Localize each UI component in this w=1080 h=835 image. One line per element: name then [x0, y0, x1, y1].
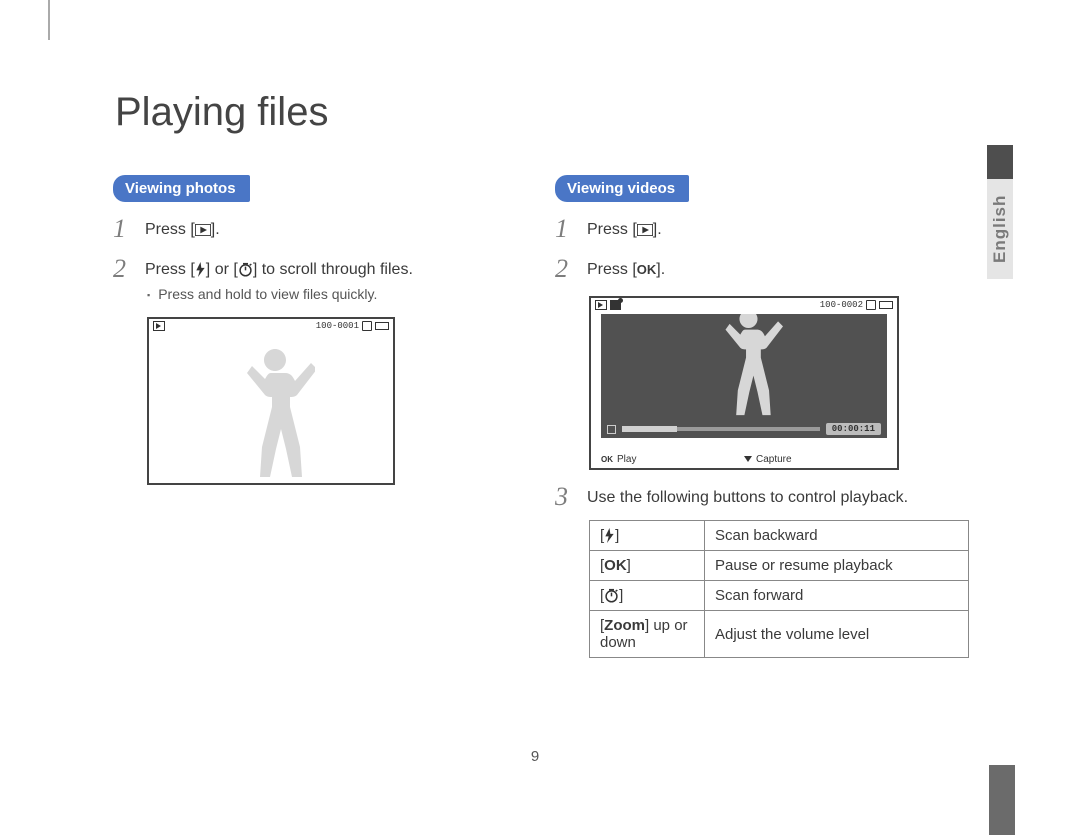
text: ] to scroll through files. [253, 261, 413, 278]
ok-icon: OK [604, 557, 627, 574]
step-number: 3 [555, 484, 573, 510]
playback-icon [637, 224, 653, 236]
language-tab: English [987, 179, 1013, 279]
video-icon [610, 300, 621, 310]
heading-viewing-photos: Viewing photos [113, 175, 250, 202]
text: Press [ [587, 221, 637, 238]
text: ]. [656, 261, 665, 278]
desc-cell: Pause or resume playback [705, 551, 969, 581]
card-icon [362, 321, 372, 331]
text: ]. [653, 221, 662, 238]
videos-step-3: 3 Use the following buttons to control p… [555, 484, 975, 510]
video-preview-frame: 100-0002 00:00:11 OK Play Capture [589, 296, 899, 470]
table-row: [] Scan backward [590, 521, 969, 551]
controls-table: [] Scan backward [OK] Pause or resume pl… [589, 520, 969, 658]
text: Press [ [145, 221, 195, 238]
videos-step-1: 1 Press []. [555, 216, 975, 242]
timer-icon [604, 588, 619, 603]
side-tab-marker [987, 145, 1013, 179]
key-cell: [OK] [590, 551, 705, 581]
page-title: Playing files [115, 90, 328, 135]
desc-cell: Scan forward [705, 581, 969, 611]
person-silhouette [704, 314, 794, 420]
desc-cell: Adjust the volume level [705, 611, 969, 658]
text: Use the following buttons to control pla… [587, 484, 908, 509]
hint-play: Play [617, 454, 636, 465]
step-number: 2 [113, 256, 131, 282]
photos-step-2: 2 Press [ ] or [ ] to scroll through files… [113, 256, 533, 303]
table-row: [OK] Pause or resume playback [590, 551, 969, 581]
text: Press [ [145, 261, 195, 278]
person-silhouette [235, 343, 315, 483]
heading-viewing-videos: Viewing videos [555, 175, 689, 202]
hint-capture: Capture [756, 454, 792, 465]
substep: Press and hold to view files quickly. [145, 285, 413, 304]
seek-bar [622, 427, 820, 431]
text: Press [ [587, 261, 637, 278]
hint-bar: OK Play Capture [601, 452, 887, 466]
battery-icon [879, 301, 893, 309]
progress-bar: 00:00:11 [601, 420, 887, 438]
ok-icon: OK [637, 262, 657, 277]
playback-icon [595, 300, 607, 310]
page-number: 9 [531, 748, 539, 765]
flash-icon [604, 528, 615, 543]
col-photos: Viewing photos 1 Press []. 2 Press [ ] or… [113, 175, 533, 485]
videos-step-2: 2 Press [OK]. [555, 256, 975, 282]
text: Press and hold to view files quickly. [158, 285, 377, 304]
key-cell: [] [590, 521, 705, 551]
photo-preview-frame: 100-0001 [147, 317, 395, 485]
flash-icon [195, 262, 206, 277]
gutter-rule [48, 0, 50, 40]
card-icon [866, 300, 876, 310]
text: ] or [ [206, 261, 238, 278]
step-number: 1 [113, 216, 131, 242]
timer-icon [238, 262, 253, 277]
key-cell: [Zoom] up or down [590, 611, 705, 658]
desc-cell: Scan backward [705, 521, 969, 551]
key-cell: [] [590, 581, 705, 611]
file-id: 100-0001 [316, 321, 359, 331]
stop-icon [607, 425, 616, 434]
text: ]. [211, 221, 220, 238]
step-number: 1 [555, 216, 573, 242]
table-row: [] Scan forward [590, 581, 969, 611]
step-number: 2 [555, 256, 573, 282]
col-videos: Viewing videos 1 Press []. 2 Press [OK].… [555, 175, 975, 658]
page: Playing files English Viewing photos 1 P… [55, 0, 1015, 835]
video-body: 00:00:11 [601, 314, 887, 438]
battery-icon [375, 322, 389, 330]
playback-icon [195, 224, 211, 236]
photos-step-1: 1 Press []. [113, 216, 533, 242]
side-tabs: English [985, 145, 1015, 279]
down-icon [744, 456, 752, 462]
table-row: [Zoom] up or down Adjust the volume leve… [590, 611, 969, 658]
playback-icon [153, 321, 165, 331]
elapsed-time: 00:00:11 [826, 423, 881, 435]
text: Zoom [604, 617, 645, 634]
ok-icon: OK [601, 455, 613, 464]
bottom-tab-marker [989, 765, 1015, 835]
file-id: 100-0002 [820, 300, 863, 310]
